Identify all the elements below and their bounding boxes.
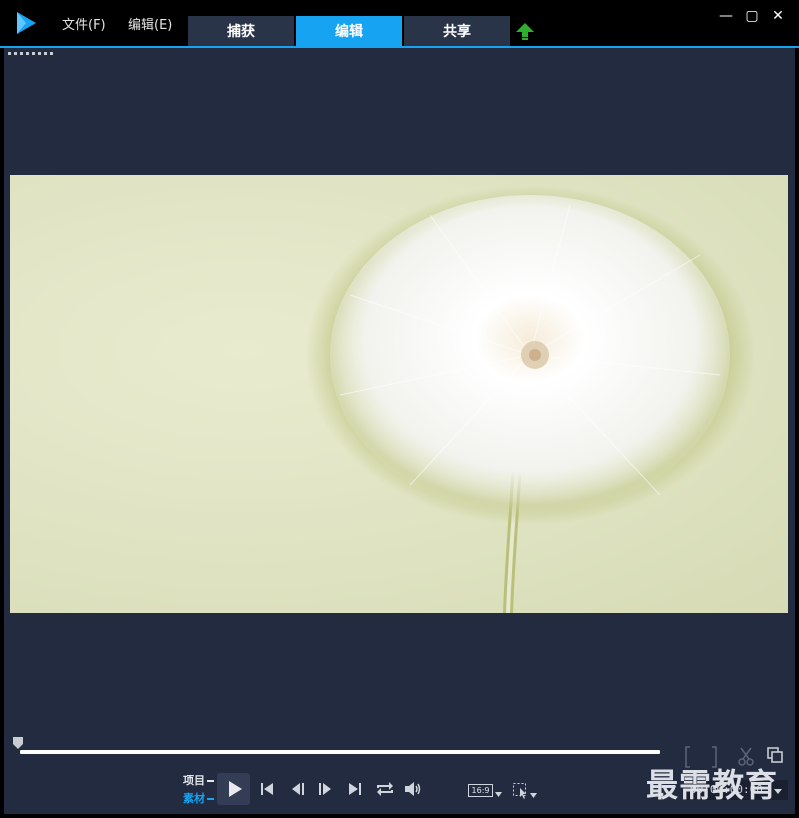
watermark: 最需教育 [646, 766, 779, 804]
window-bottom-edge [0, 814, 799, 818]
tab-edit[interactable]: 编辑 [296, 16, 402, 46]
previous-frame-icon[interactable] [289, 780, 307, 798]
menu-file[interactable]: 文件(F) [62, 14, 106, 33]
mode-project-indicator [207, 780, 214, 782]
mode-clip-label: 素材 [183, 792, 205, 805]
minimize-button[interactable]: — [718, 8, 734, 24]
chevron-down-icon[interactable] [495, 792, 502, 797]
drag-handle[interactable] [8, 52, 54, 55]
play-icon [229, 781, 242, 797]
scrubber-track[interactable] [20, 750, 660, 754]
title-bar: 文件(F) 编辑(E) 捕获 编辑 共享 — ▢ ✕ [0, 0, 799, 46]
play-logo-icon [17, 12, 36, 34]
maximize-button[interactable]: ▢ [744, 8, 760, 24]
upload-arrow-icon[interactable] [515, 22, 535, 42]
mode-project-label: 项目 [183, 774, 205, 787]
menu-edit[interactable]: 编辑(E) [128, 14, 172, 33]
mode-clip-indicator [207, 798, 214, 800]
tab-capture[interactable]: 捕获 [188, 16, 294, 46]
dandelion-image [305, 185, 755, 613]
mode-clip[interactable]: 素材 [183, 790, 214, 806]
player-panel: 项目 素材 16:9 00:00:00:00 最需教育 [4, 48, 795, 814]
scrubber-handle[interactable] [12, 736, 24, 750]
video-preview [10, 175, 788, 613]
next-frame-icon[interactable] [316, 780, 334, 798]
tab-share[interactable]: 共享 [404, 16, 510, 46]
aspect-ratio-select[interactable]: 16:9 [468, 784, 493, 797]
play-button[interactable] [217, 773, 250, 805]
volume-icon[interactable] [403, 780, 423, 798]
crop-select-icon[interactable] [512, 782, 538, 800]
close-button[interactable]: ✕ [770, 8, 786, 24]
repeat-icon[interactable] [375, 780, 395, 798]
go-to-start-icon[interactable] [258, 780, 276, 798]
go-to-end-icon[interactable] [346, 780, 364, 798]
mode-project[interactable]: 项目 [183, 772, 214, 788]
